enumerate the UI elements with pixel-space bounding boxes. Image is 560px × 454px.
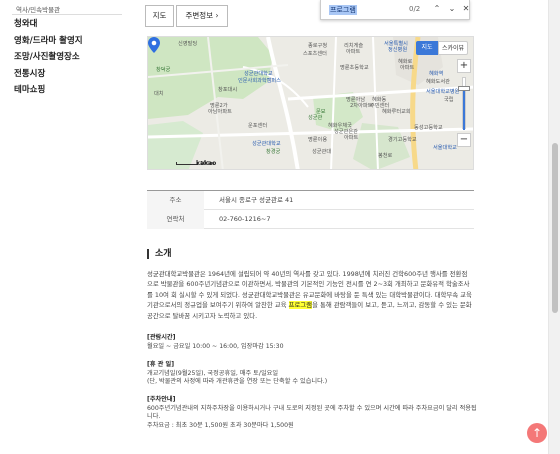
map-label: 정신병원 xyxy=(388,47,408,53)
map-label: 혜화도서관 xyxy=(426,79,450,85)
sidebar-item-filming-location[interactable]: 영화/드라마 촬영지 xyxy=(14,33,83,50)
zoom-out-button[interactable]: − xyxy=(457,133,471,147)
map-label: 인문사회과학캠퍼스 xyxy=(238,78,281,84)
map-label: 신영빌딩 xyxy=(178,41,198,47)
opening-hours-block: [관람시간] 월요일 ~ 금요일 10:00 ~ 16:00, 입장마감 15:… xyxy=(147,334,477,351)
page-scrollbar[interactable] xyxy=(548,0,560,454)
info-table: 주소 서울시 종로구 성균관로 41 연락처 02-760-1216~7 xyxy=(147,190,474,229)
map-label: 혜화역 xyxy=(429,71,444,77)
map-label: 대치 xyxy=(154,91,164,97)
parking-block: [주차안내] 600주년기념관내의 지하주차장을 이용하시거나 구내 도로의 지… xyxy=(147,396,477,430)
map-label: 창포대시 xyxy=(218,87,238,93)
section-title: 소개 xyxy=(147,249,172,259)
block-heading: [주차안내] xyxy=(147,396,176,403)
sidebar-item-traditional-market[interactable]: 전통시장 xyxy=(14,66,83,83)
sidebar: 역사/민속박물관 청와대 영화/드라마 촬영지 조망/사진촬영장소 전통시장 테… xyxy=(0,0,128,454)
intro-paragraph: 성균관대학교박물관은 1964년에 설립되어 약 40년의 역사를 갖고 있다.… xyxy=(147,269,472,321)
map-label: 봉천로 xyxy=(378,153,393,159)
map-label: 종로구청 xyxy=(308,43,328,49)
map-label: 경기고등학교 xyxy=(388,137,417,143)
search-highlight: 프로그램 xyxy=(288,301,313,310)
scroll-to-top-button[interactable]: ↑ xyxy=(527,423,547,443)
map-label: 성균관대 xyxy=(312,149,332,155)
sidebar-item-viewpoint[interactable]: 조망/사진촬영장소 xyxy=(14,49,83,66)
map-label: 서울대학교 xyxy=(433,145,457,151)
closed-days-block: [휴 관 일] 개교기념일(9월25일), 국정공휴일, 매주 토/일요일 (단… xyxy=(147,361,477,387)
map-label: 아남아파트 xyxy=(208,109,232,115)
block-heading: [관람시간] xyxy=(147,334,176,341)
tab-around-info[interactable]: 주변정보 › xyxy=(176,5,228,27)
map-label: 성균관대학교 xyxy=(244,71,273,77)
block-heading: [휴 관 일] xyxy=(147,361,175,368)
map-label: 성균관대학교 xyxy=(252,141,281,147)
map-label: 아파트 xyxy=(346,49,361,55)
tab-map[interactable]: 지도 xyxy=(145,5,174,27)
block-line: 600주년기념관내의 지하주차장을 이용하시거나 구내 도로의 지정된 곳에 주… xyxy=(147,404,477,421)
close-icon[interactable]: ✕ xyxy=(460,3,472,15)
info-value: 02-760-1216~7 xyxy=(219,215,271,223)
info-key: 연락처 xyxy=(147,210,204,229)
kakao-logo: kakao xyxy=(196,160,217,167)
map-view[interactable]: 신영빌딩 창덕궁 종로구청 스포츠센터 리치게슬 아파트 서울특별시 정신병원 … xyxy=(147,36,474,170)
find-bar: 프로그램 0/2 ⌃ ⌄ ✕ xyxy=(320,0,470,20)
scale-bar xyxy=(176,162,198,165)
map-label: 창덕궁 xyxy=(156,67,171,73)
map-label: 아파트 xyxy=(344,135,359,141)
sidebar-item-theme-shopping[interactable]: 테마쇼핑 xyxy=(14,82,83,99)
block-line: 개교기념일(9월25일), 국정공휴일, 매주 토/일요일 xyxy=(147,369,279,377)
block-line: 월요일 ~ 금요일 10:00 ~ 16:00, 입장마감 15:30 xyxy=(147,342,284,350)
zoom-in-button[interactable]: + xyxy=(457,59,471,73)
table-row: 주소 서울시 종로구 성균관로 41 xyxy=(147,191,474,210)
location-marker-icon[interactable] xyxy=(148,37,160,53)
map-label: 동성고등학교 xyxy=(414,125,443,131)
map-label: 창경궁 xyxy=(266,149,281,155)
map-label: 명륜이용 xyxy=(308,137,328,143)
zoom-slider-fill xyxy=(463,90,465,130)
chevron-up-icon[interactable]: ⌃ xyxy=(431,3,443,15)
chevron-down-icon[interactable]: ⌄ xyxy=(446,3,458,15)
map-label: 혜화루터교회 xyxy=(382,109,411,115)
info-value: 서울시 종로구 성균관로 41 xyxy=(219,196,294,204)
find-match-count: 0/2 xyxy=(409,5,421,13)
sidebar-sub-item[interactable]: 역사/민속박물관 xyxy=(16,4,60,14)
sidebar-divider xyxy=(12,14,122,15)
scrollbar-thumb[interactable] xyxy=(552,143,558,313)
block-line: 주차요금 : 최초 30분 1,500원 초과 30분마다 1,500원 xyxy=(147,421,294,429)
map-label: 서울대학교병원 xyxy=(426,89,460,95)
find-input[interactable]: 프로그램 xyxy=(329,5,357,15)
zoom-slider-handle[interactable] xyxy=(458,86,470,91)
map-label: 스포츠센터 xyxy=(303,51,327,57)
tab-around-label: 주변정보 xyxy=(185,11,214,20)
map-label: 운포센터 xyxy=(248,123,268,129)
sidebar-menu: 청와대 영화/드라마 촬영지 조망/사진촬영장소 전통시장 테마쇼핑 xyxy=(14,16,83,99)
sidebar-item-cheongwadae[interactable]: 청와대 xyxy=(14,16,83,33)
map-type-skyview-button[interactable]: 스카이뷰 xyxy=(438,41,468,55)
map-type-map-button[interactable]: 지도 xyxy=(416,41,438,55)
table-row: 연락처 02-760-1216~7 xyxy=(147,210,474,229)
map-label: 명륜초등학교 xyxy=(340,65,369,71)
map-label: 성균관 xyxy=(308,115,323,121)
chevron-right-icon: › xyxy=(215,11,219,20)
map-label: 국립 xyxy=(444,97,454,103)
map-label: 아파트 xyxy=(400,65,415,71)
info-key: 주소 xyxy=(147,191,204,210)
block-line: (단, 박물관의 사정에 따라 개관휴관을 연장 또는 단축할 수 있습니다.) xyxy=(147,378,328,385)
zoom-slider[interactable] xyxy=(462,77,466,130)
